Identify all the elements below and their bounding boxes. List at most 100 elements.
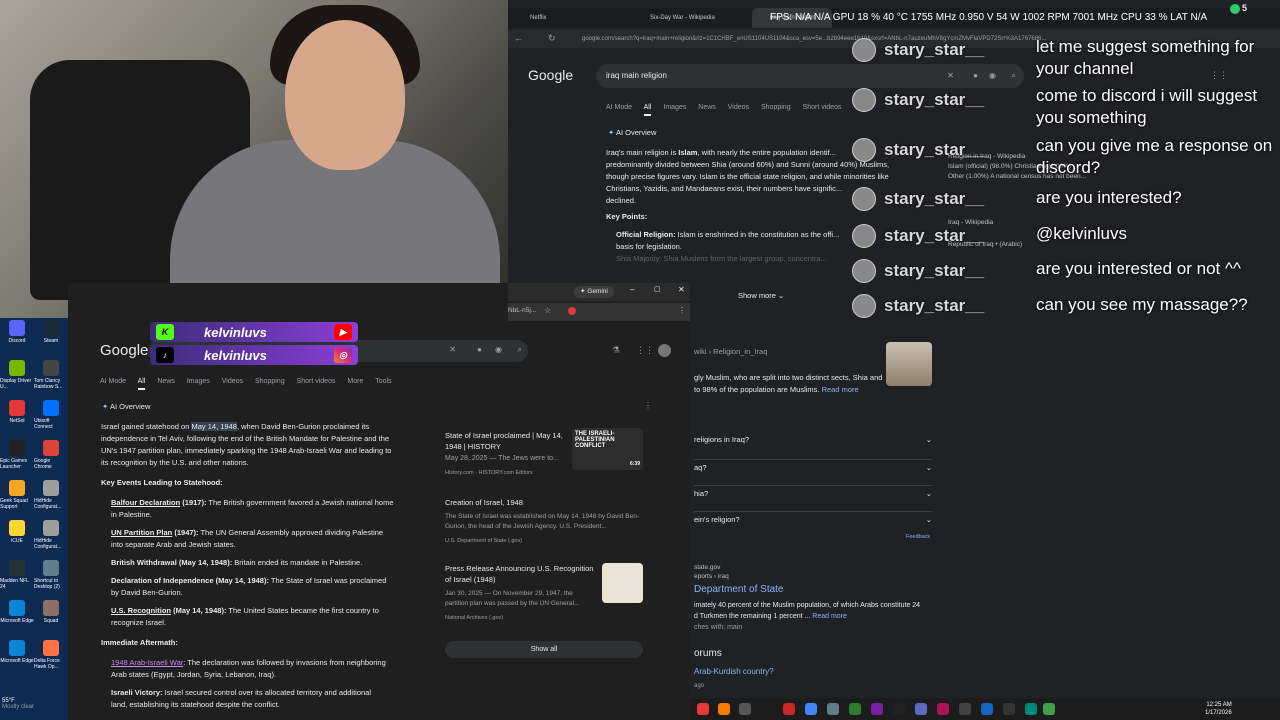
taskbar-app-icon[interactable] (937, 703, 949, 715)
filter-videos[interactable]: Videos (222, 378, 243, 385)
filter-shopping[interactable]: Shopping (255, 378, 285, 385)
filter-news[interactable]: News (698, 104, 716, 111)
filter-ai-mode[interactable]: AI Mode (606, 104, 632, 111)
desktop-icon[interactable]: iCUE (0, 520, 34, 560)
system-clock[interactable]: 12:25 AM 1/17/2026 (1205, 701, 1232, 717)
labs-icon[interactable]: ⚗ (612, 345, 620, 356)
more-options-icon[interactable]: ⋮ (644, 401, 652, 410)
taskbar-app-icon[interactable] (1025, 703, 1037, 715)
bookmark-icon[interactable]: ☆ (544, 306, 551, 315)
desktop-icon[interactable]: Google Chrome (34, 440, 68, 480)
desktop-icon[interactable]: NetSol (0, 400, 34, 440)
desktop-icon[interactable]: Steam (34, 320, 68, 360)
taskbar-app-icon[interactable] (1043, 703, 1055, 715)
taskbar-app-icon[interactable] (871, 703, 883, 715)
desktop-icon[interactable]: Shortcut to Desktop (2) (34, 560, 68, 600)
maximize-icon[interactable]: ▢ (654, 285, 661, 293)
tab-netflix[interactable]: Netflix (512, 8, 630, 28)
desktop-icon[interactable]: Geek Squad Support (0, 480, 34, 520)
read-more-link[interactable]: Read more (812, 613, 847, 620)
desktop-icon[interactable]: Microsoft Edge (0, 600, 34, 640)
google-logo[interactable]: Google (100, 342, 148, 359)
taskbar-app-icon[interactable] (893, 703, 905, 715)
filter-images[interactable]: Images (663, 104, 686, 111)
desktop-icon[interactable]: HidHide Configurat... (34, 520, 68, 560)
mosque-thumbnail[interactable] (886, 342, 932, 386)
avatar (852, 259, 876, 283)
paa-item[interactable]: aq? ⌄ (694, 460, 932, 486)
clear-icon[interactable]: ✕ (947, 64, 954, 88)
taskbar-app-icon[interactable] (827, 703, 839, 715)
desktop-icon[interactable]: Display Driver U... (0, 360, 34, 400)
desktop-icon[interactable]: Microsoft Edge (0, 640, 34, 680)
desktop-icon[interactable]: Madden NFL 24 (0, 560, 34, 600)
taskbar-app-icon[interactable] (718, 703, 730, 715)
reload-icon[interactable]: ↻ (548, 33, 556, 44)
filter-tools[interactable]: Tools (375, 378, 391, 385)
filter-short-videos[interactable]: Short videos (803, 104, 842, 111)
filter-videos[interactable]: Videos (728, 104, 749, 111)
wiki-breadcrumb[interactable]: wiki › Religion_in_Iraq (694, 346, 767, 358)
video-thumbnail[interactable]: THE ISRAELI-PALESTINIAN CONFLICT 6:39 (572, 428, 643, 470)
source-card[interactable]: Press Release Announcing U.S. Recognitio… (445, 563, 595, 623)
show-all-button[interactable]: Show all (445, 641, 643, 658)
lens-icon[interactable]: ◉ (495, 345, 502, 354)
filter-news[interactable]: News (157, 378, 175, 385)
feedback-link[interactable]: Feedback (906, 534, 930, 540)
search-input[interactable]: iraq main religion ✕ ● ◉ ⌕ (596, 64, 1024, 88)
lens-icon[interactable]: ◉ (989, 64, 996, 88)
minimize-icon[interactable]: – (630, 285, 634, 294)
clear-icon[interactable]: ✕ (449, 345, 456, 354)
close-icon[interactable]: ✕ (678, 285, 685, 294)
taskbar-app-icon[interactable] (783, 703, 795, 715)
avatar[interactable] (658, 344, 671, 357)
tab-wikipedia[interactable]: Six-Day War - Wikipedia (632, 8, 750, 28)
mic-icon[interactable]: ● (477, 345, 482, 354)
filter-all[interactable]: All (137, 378, 146, 390)
document-thumbnail[interactable] (602, 563, 643, 603)
menu-icon[interactable]: ⋮ (678, 306, 686, 315)
filter-images[interactable]: Images (187, 378, 210, 385)
filter-short-videos[interactable]: Short videos (297, 378, 336, 385)
taskbar-app-icon[interactable] (739, 703, 751, 715)
desktop-icon[interactable]: HidHide Configurat... (34, 480, 68, 520)
filter-more[interactable]: More (347, 378, 363, 385)
apps-icon[interactable]: ⋮⋮ (636, 345, 654, 356)
search-icon[interactable]: ⌕ (1012, 64, 1016, 88)
taskbar-app-icon[interactable] (697, 703, 709, 715)
google-logo[interactable]: Google (528, 67, 573, 83)
mic-icon[interactable]: ● (973, 64, 978, 88)
taskbar-chrome-icon[interactable] (805, 703, 817, 715)
desktop-icon[interactable]: Tom Clancy Rainbow S... (34, 360, 68, 400)
search-icon[interactable]: ⌕ (518, 345, 522, 355)
taskbar-app-icon[interactable] (915, 703, 927, 715)
forum-link[interactable]: Arab-Kurdish country? (694, 667, 774, 676)
weather-widget[interactable]: 55°F Mostly clear (2, 698, 34, 710)
gemini-button[interactable]: ✦ Gemini (574, 286, 614, 298)
state-result-title[interactable]: Department of State (694, 584, 784, 595)
desktop-icon[interactable]: Squad (34, 600, 68, 640)
desktop-icon[interactable]: Ubisoft Connect (34, 400, 68, 440)
left-address-bar[interactable]: NbL-n5j... ☆ ⋮ (508, 303, 690, 321)
show-more-button[interactable]: Show more ⌄ (738, 290, 784, 302)
source-card[interactable]: State of Israel proclaimed | May 14, 194… (445, 430, 570, 478)
filter-shopping[interactable]: Shopping (761, 104, 791, 111)
taskbar-app-icon[interactable] (849, 703, 861, 715)
filter-all[interactable]: All (643, 104, 652, 116)
read-more-link[interactable]: Read more (822, 385, 859, 394)
desktop-icon[interactable]: Delta Force Hawk Op... (34, 640, 68, 680)
paa-item[interactable]: hia? ⌄ (694, 486, 932, 512)
desktop-icon[interactable]: Discord (0, 320, 34, 360)
filter-ai-mode[interactable]: AI Mode (100, 378, 126, 385)
taskbar-app-icon[interactable] (1003, 703, 1015, 715)
taskbar-app-icon[interactable] (959, 703, 971, 715)
desktop-icon[interactable]: Epic Games Launcher (0, 440, 34, 480)
paa-item[interactable]: ein's religion? ⌄ (694, 512, 932, 538)
extension-icon[interactable] (568, 307, 576, 315)
tray-count: 5 (1242, 3, 1248, 13)
source-card[interactable]: Creation of Israel, 1948 The State of Is… (445, 497, 645, 546)
nav-back-icon[interactable]: ← (514, 33, 523, 43)
paa-item[interactable]: religions in Iraq? ⌄ (694, 434, 932, 460)
taskbar-app-icon[interactable] (981, 703, 993, 715)
arab-israeli-war-link[interactable]: 1948 Arab-Israeli War (111, 658, 183, 667)
